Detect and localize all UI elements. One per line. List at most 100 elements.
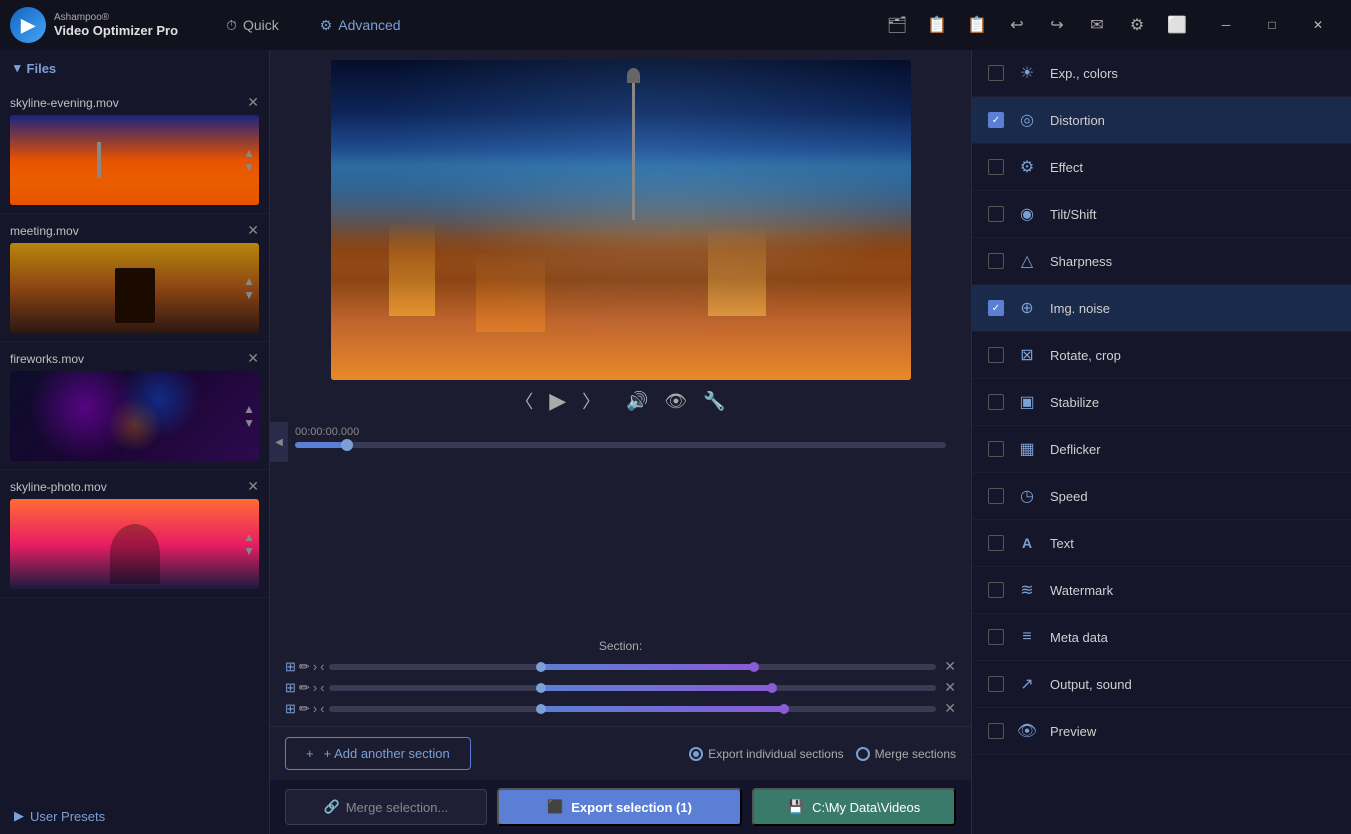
settings-icon[interactable]: 🔧 xyxy=(703,391,725,412)
path-button[interactable]: 💾 C:\My Data\Videos xyxy=(752,788,956,826)
file-close-icon[interactable]: ✕ xyxy=(247,478,259,495)
effect-checkbox[interactable] xyxy=(988,159,1004,175)
section-left-handle-2[interactable] xyxy=(536,683,546,693)
tab-advanced[interactable]: ⚙ Advanced xyxy=(302,11,419,40)
timeline-thumb[interactable] xyxy=(341,439,353,451)
section-add-icon-3[interactable]: ⊞ xyxy=(285,701,296,717)
section-chevron-left-1[interactable]: ‹ xyxy=(320,659,324,674)
thumb-down-arrow[interactable]: ▼ xyxy=(243,289,255,301)
redo-icon-btn[interactable]: ↪ xyxy=(1041,9,1073,41)
copy-icon-btn[interactable]: 📋 xyxy=(961,9,993,41)
thumb-up-arrow[interactable]: ▲ xyxy=(243,403,255,415)
section-slider-1[interactable] xyxy=(329,664,937,670)
timeline-track[interactable] xyxy=(295,442,946,448)
file-thumbnail[interactable]: ▲ ▼ xyxy=(10,243,259,333)
individual-sections-radio[interactable]: Export individual sections xyxy=(689,747,843,761)
merge-sections-radio[interactable]: Merge sections xyxy=(856,747,956,761)
window-icon-btn[interactable]: ⬜ xyxy=(1161,9,1193,41)
text-checkbox[interactable] xyxy=(988,535,1004,551)
panel-item-distortion[interactable]: ◎ Distortion xyxy=(972,97,1351,144)
thumb-up-arrow[interactable]: ▲ xyxy=(243,531,255,543)
tilt-shift-checkbox[interactable] xyxy=(988,206,1004,222)
mail-icon-btn[interactable]: ✉ xyxy=(1081,9,1113,41)
section-chevron-right-2[interactable]: › xyxy=(313,680,317,695)
maximize-button[interactable]: □ xyxy=(1249,8,1295,42)
thumb-down-arrow[interactable]: ▼ xyxy=(243,545,255,557)
close-button[interactable]: ✕ xyxy=(1295,8,1341,42)
panel-item-speed[interactable]: ◷ Speed xyxy=(972,473,1351,520)
panel-item-output-sound[interactable]: ↗ Output, sound xyxy=(972,661,1351,708)
files-section-header[interactable]: ▾ Files xyxy=(0,50,269,86)
section-right-handle-1[interactable] xyxy=(749,662,759,672)
deflicker-checkbox[interactable] xyxy=(988,441,1004,457)
minimize-button[interactable]: ─ xyxy=(1203,8,1249,42)
meta-data-checkbox[interactable] xyxy=(988,629,1004,645)
panel-item-rotate-crop[interactable]: ⊠ Rotate, crop xyxy=(972,332,1351,379)
user-presets-section[interactable]: ▶ User Presets xyxy=(0,798,269,834)
section-slider-3[interactable] xyxy=(329,706,937,712)
watermark-checkbox[interactable] xyxy=(988,582,1004,598)
section-chevron-left-2[interactable]: ‹ xyxy=(320,680,324,695)
section-add-icon-1[interactable]: ⊞ xyxy=(285,659,296,675)
speed-checkbox[interactable] xyxy=(988,488,1004,504)
section-edit-icon-2[interactable]: ✏ xyxy=(299,680,310,696)
section-right-handle-2[interactable] xyxy=(767,683,777,693)
video-frame[interactable] xyxy=(331,60,911,380)
panel-item-preview[interactable]: 👁 Preview xyxy=(972,708,1351,755)
panel-item-exp-colors[interactable]: ☀ Exp., colors xyxy=(972,50,1351,97)
panel-item-stabilize[interactable]: ▣ Stabilize xyxy=(972,379,1351,426)
thumb-down-arrow[interactable]: ▼ xyxy=(243,417,255,429)
section-slider-2[interactable] xyxy=(329,685,937,691)
section-close-2[interactable]: ✕ xyxy=(944,679,956,696)
file-thumbnail[interactable]: ▲ ▼ xyxy=(10,115,259,205)
file-thumbnail[interactable]: ▲ ▼ xyxy=(10,371,259,461)
prev-frame-button[interactable]: 〈 xyxy=(515,388,533,414)
distortion-checkbox[interactable] xyxy=(988,112,1004,128)
clip-icon-btn[interactable]: 📋 xyxy=(921,9,953,41)
rotate-crop-checkbox[interactable] xyxy=(988,347,1004,363)
add-section-button[interactable]: + + Add another section xyxy=(285,737,471,770)
section-chevron-right-1[interactable]: › xyxy=(313,659,317,674)
export-selection-button[interactable]: ⬛ Export selection (1) xyxy=(497,788,742,826)
section-chevron-left-3[interactable]: ‹ xyxy=(320,701,324,716)
thumb-down-arrow[interactable]: ▼ xyxy=(243,161,255,173)
section-left-handle-1[interactable] xyxy=(536,662,546,672)
section-close-3[interactable]: ✕ xyxy=(944,700,956,717)
panel-item-watermark[interactable]: ≋ Watermark xyxy=(972,567,1351,614)
thumb-up-arrow[interactable]: ▲ xyxy=(243,147,255,159)
undo-icon-btn[interactable]: ↩ xyxy=(1001,9,1033,41)
section-chevron-right-3[interactable]: › xyxy=(313,701,317,716)
sidebar-collapse-toggle[interactable]: ◀ xyxy=(270,422,288,462)
play-button[interactable]: ▶ xyxy=(549,388,566,414)
stabilize-checkbox[interactable] xyxy=(988,394,1004,410)
panel-item-effect[interactable]: ⚙ Effect xyxy=(972,144,1351,191)
file-close-icon[interactable]: ✕ xyxy=(247,350,259,367)
volume-icon[interactable]: 🔊 xyxy=(626,391,648,412)
section-close-1[interactable]: ✕ xyxy=(944,658,956,675)
preview-checkbox[interactable] xyxy=(988,723,1004,739)
img-noise-checkbox[interactable] xyxy=(988,300,1004,316)
next-frame-button[interactable]: 〉 xyxy=(582,388,600,414)
tab-quick[interactable]: ⏱ Quick xyxy=(208,11,297,40)
section-add-icon-2[interactable]: ⊞ xyxy=(285,680,296,696)
thumb-up-arrow[interactable]: ▲ xyxy=(243,275,255,287)
timeline-bar[interactable]: 00:00:00.000 xyxy=(285,422,956,448)
panel-item-meta-data[interactable]: ≡ Meta data xyxy=(972,614,1351,661)
output-sound-checkbox[interactable] xyxy=(988,676,1004,692)
section-left-handle-3[interactable] xyxy=(536,704,546,714)
panel-item-deflicker[interactable]: ▦ Deflicker xyxy=(972,426,1351,473)
panel-item-text[interactable]: A Text xyxy=(972,520,1351,567)
sharpness-checkbox[interactable] xyxy=(988,253,1004,269)
section-edit-icon-1[interactable]: ✏ xyxy=(299,659,310,675)
exp-colors-checkbox[interactable] xyxy=(988,65,1004,81)
panel-item-sharpness[interactable]: △ Sharpness xyxy=(972,238,1351,285)
folder-icon-btn[interactable]: 🗂 xyxy=(881,9,913,41)
merge-selection-button[interactable]: 🔗 Merge selection... xyxy=(285,789,487,825)
settings-icon-btn[interactable]: ⚙ xyxy=(1121,9,1153,41)
section-edit-icon-3[interactable]: ✏ xyxy=(299,701,310,717)
panel-item-tilt-shift[interactable]: ◉ Tilt/Shift xyxy=(972,191,1351,238)
eye-icon[interactable]: 👁 xyxy=(665,391,688,412)
file-close-icon[interactable]: ✕ xyxy=(247,94,259,111)
section-right-handle-3[interactable] xyxy=(779,704,789,714)
file-thumbnail[interactable]: ▲ ▼ xyxy=(10,499,259,589)
